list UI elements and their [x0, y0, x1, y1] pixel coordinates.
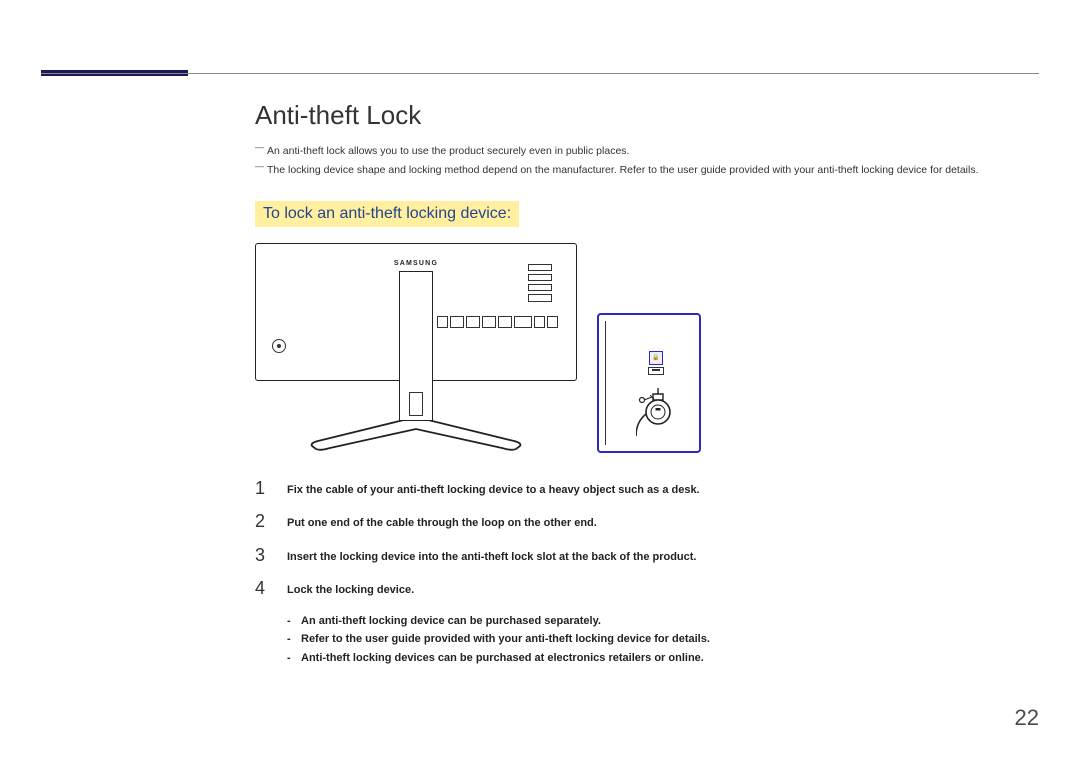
step-2: 2 Put one end of the cable through the l…	[255, 512, 1039, 532]
step-sub-notes: An anti-theft locking device can be purc…	[255, 613, 1039, 668]
section-title: Anti-theft Lock	[255, 100, 1039, 131]
ports-row	[437, 314, 558, 328]
monitor-neck	[399, 271, 433, 421]
step-number: 4	[255, 579, 269, 597]
step-1: 1 Fix the cable of your anti-theft locki…	[255, 479, 1039, 499]
lock-detail-callout: 🔒	[597, 313, 701, 453]
intro-note-2: The locking device shape and locking met…	[255, 162, 1039, 179]
brand-logo: SAMSUNG	[394, 260, 438, 267]
sub-note-1: An anti-theft locking device can be purc…	[255, 613, 1039, 631]
joystick-button-icon	[272, 339, 286, 353]
monitor-back-diagram: SAMSUNG	[255, 243, 577, 453]
lock-slot-group: 🔒	[646, 351, 666, 373]
illustration-row: SAMSUNG 🔒	[255, 243, 1039, 453]
step-number: 1	[255, 479, 269, 497]
manual-page: Anti-theft Lock An anti-theft lock allow…	[0, 0, 1080, 763]
intro-note-1: An anti-theft lock allows you to use the…	[255, 143, 1039, 160]
step-text: Insert the locking device into the anti-…	[287, 546, 697, 566]
page-number: 22	[1015, 705, 1039, 731]
step-number: 2	[255, 512, 269, 530]
panel-edge: 🔒	[605, 321, 699, 445]
step-3: 3 Insert the locking device into the ant…	[255, 546, 1039, 566]
speaker-grille	[528, 264, 552, 302]
step-text: Lock the locking device.	[287, 579, 414, 599]
sub-note-2: Refer to the user guide provided with yo…	[255, 631, 1039, 649]
content-area: Anti-theft Lock An anti-theft lock allow…	[255, 100, 1039, 668]
step-text: Put one end of the cable through the loo…	[287, 512, 597, 532]
step-text: Fix the cable of your anti-theft locking…	[287, 479, 700, 499]
sub-heading: To lock an anti-theft locking device:	[255, 201, 519, 227]
lock-device-icon	[636, 386, 676, 438]
kensington-lock-icon: 🔒	[649, 351, 663, 365]
sub-note-3: Anti-theft locking devices can be purcha…	[255, 650, 1039, 668]
step-4: 4 Lock the locking device.	[255, 579, 1039, 599]
step-number: 3	[255, 546, 269, 564]
lock-slot	[648, 367, 664, 375]
steps-list: 1 Fix the cable of your anti-theft locki…	[255, 479, 1039, 668]
cable-clip-icon	[409, 392, 423, 416]
header-divider	[41, 73, 1039, 74]
